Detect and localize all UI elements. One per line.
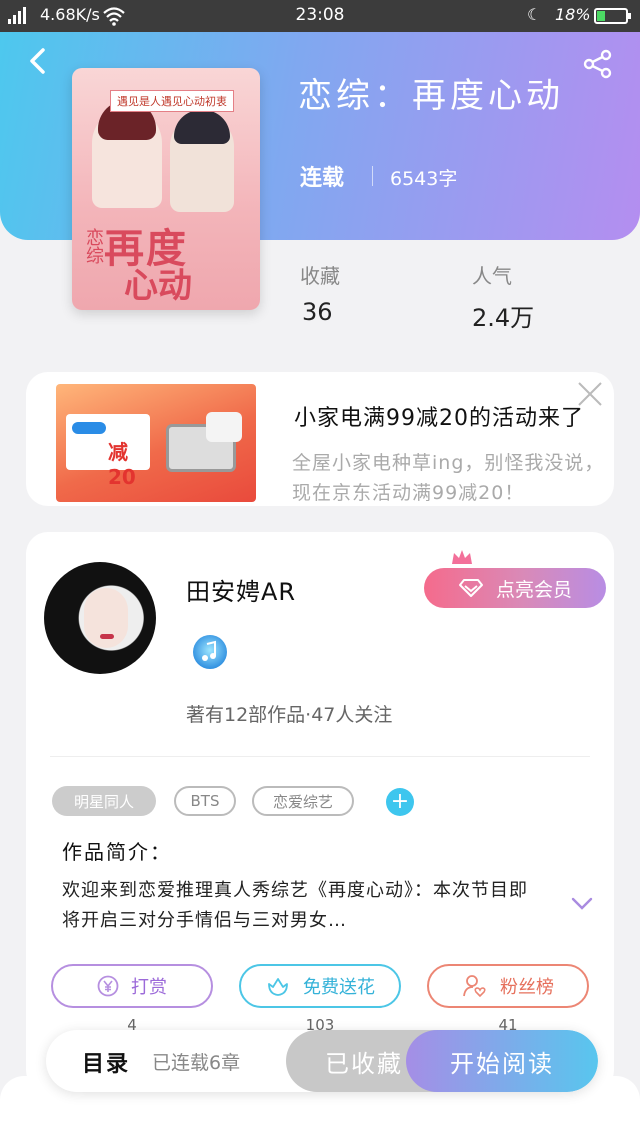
ad-image-text: 减20 (108, 440, 136, 489)
start-reading-button[interactable]: 开始阅读 (406, 1030, 598, 1092)
ad-description: 全屋小家电种草ing，别怪我没说，现在京东活动满99减20！ (292, 452, 605, 504)
chevron-down-icon[interactable] (570, 896, 594, 912)
intro-label: 作品简介： (62, 840, 172, 864)
toc-button[interactable]: 目录 (82, 1046, 130, 1078)
back-icon[interactable] (24, 46, 54, 76)
ad-card[interactable]: 减20 小家电满99减20的活动来了 全屋小家电种草ing，别怪我没说，现在京东… (26, 372, 614, 506)
book-cover[interactable]: 遇见是人遇见心动初衷 恋综 再度 心动 (72, 68, 260, 310)
author-name[interactable]: 田安娉AR (186, 572, 296, 607)
add-tag-button[interactable]: + (386, 788, 414, 816)
ad-title: 小家电满99减20的活动来了 (294, 406, 584, 431)
fan-ranking-label: 粉丝榜 (500, 977, 554, 998)
author-stats: 著有12部作品·47人关注 (186, 704, 393, 726)
reward-label: 打赏 (131, 977, 167, 998)
clock: 23:08 (295, 5, 345, 25)
moon-icon: ☾ (527, 5, 542, 24)
flower-icon (268, 978, 288, 996)
intro-text: 欢迎来到恋爱推理真人秀综艺《再度心动》：本次节目即将开启三对分手情侣与三对男女… (62, 880, 528, 931)
status-bar: 4.68K/s 23:08 ☾ 18% (0, 0, 640, 32)
word-count: 6543字 (390, 168, 458, 190)
ad-image: 减20 (56, 384, 256, 502)
favorites-label: 收藏 (300, 264, 340, 288)
reward-button[interactable]: 打赏 (51, 964, 213, 1008)
person-heart-icon (463, 975, 486, 998)
favorites-value: 36 (302, 298, 333, 326)
popularity-value: 2.4万 (472, 304, 535, 332)
crown-icon (452, 550, 472, 564)
yen-icon (97, 975, 119, 997)
send-flower-label: 免费送花 (303, 977, 375, 998)
music-medal-icon[interactable] (190, 632, 230, 672)
share-icon[interactable] (582, 48, 614, 80)
cover-tagline: 遇见是人遇见心动初衷 (110, 90, 234, 112)
divider (50, 756, 590, 757)
divider (372, 166, 373, 186)
tag-chip[interactable]: BTS (174, 786, 236, 816)
close-icon[interactable] (576, 380, 604, 408)
cover-title-line2: 心动 (124, 266, 192, 306)
fan-ranking-button[interactable]: 粉丝榜 (427, 964, 589, 1008)
cover-figure-girl (92, 100, 162, 208)
bottom-action-bar: 目录 已连载6章 已收藏 开始阅读 (46, 1030, 598, 1092)
author-card: 田安娉AR 点亮会员 著有12部作品·47人关注 明星同人 BTS 恋爱综艺 +… (26, 532, 614, 1092)
vip-button[interactable]: 点亮会员 (424, 568, 606, 608)
popularity-label: 人气 (472, 264, 512, 288)
diamond-icon (458, 579, 483, 597)
cover-prefix: 恋综 (83, 228, 104, 264)
book-title: 恋综：再度心动 (298, 76, 564, 116)
battery-percent: 18% (555, 5, 591, 24)
book-status: 连载 (300, 166, 345, 191)
cover-figure-boy (170, 110, 234, 212)
battery-icon (594, 8, 631, 24)
chapter-count[interactable]: 已连载6章 (152, 1048, 240, 1075)
send-flower-button[interactable]: 免费送花 (239, 964, 401, 1008)
tag-chip[interactable]: 恋爱综艺 (252, 786, 354, 816)
avatar[interactable] (44, 562, 156, 674)
vip-button-label: 点亮会员 (495, 578, 572, 601)
tag-chip[interactable]: 明星同人 (52, 786, 156, 816)
